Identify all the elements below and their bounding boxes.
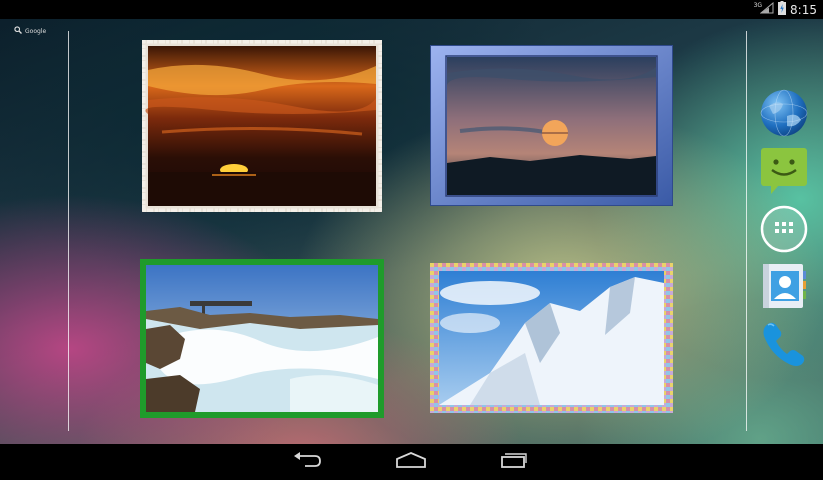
browser-globe-icon[interactable] (759, 88, 809, 138)
clock: 8:15 (790, 2, 817, 17)
home-button[interactable] (381, 448, 441, 476)
signal-icon (759, 1, 774, 17)
battery-icon (778, 1, 787, 18)
photo-widget-sunset[interactable] (142, 40, 382, 212)
status-bar: 3G 8:15 (0, 0, 823, 19)
home-icon (395, 452, 427, 472)
google-search-bar[interactable]: Google (14, 26, 46, 36)
phone-icon[interactable] (759, 318, 809, 368)
home-screen: 3G 8:15 Google (0, 0, 823, 480)
page-indicator-left (68, 31, 69, 431)
navigation-bar (0, 444, 823, 480)
recents-button[interactable] (484, 448, 544, 476)
contacts-icon[interactable] (759, 261, 809, 311)
photo-widget-moonrise[interactable] (430, 45, 673, 206)
page-indicator-right (746, 31, 747, 431)
back-icon (293, 452, 323, 472)
wallpaper (0, 19, 823, 444)
message-smiley-icon[interactable] (759, 145, 809, 195)
photo-widget-waves[interactable] (140, 259, 384, 418)
back-button[interactable] (278, 448, 338, 476)
google-label: Google (25, 27, 47, 35)
network-type-label: 3G (753, 2, 763, 9)
search-icon (14, 26, 22, 36)
status-icons: 3G 8:15 (754, 0, 817, 19)
recents-icon (500, 452, 528, 472)
photo-widget-mountain[interactable] (430, 263, 673, 413)
app-drawer-icon[interactable] (759, 204, 809, 254)
